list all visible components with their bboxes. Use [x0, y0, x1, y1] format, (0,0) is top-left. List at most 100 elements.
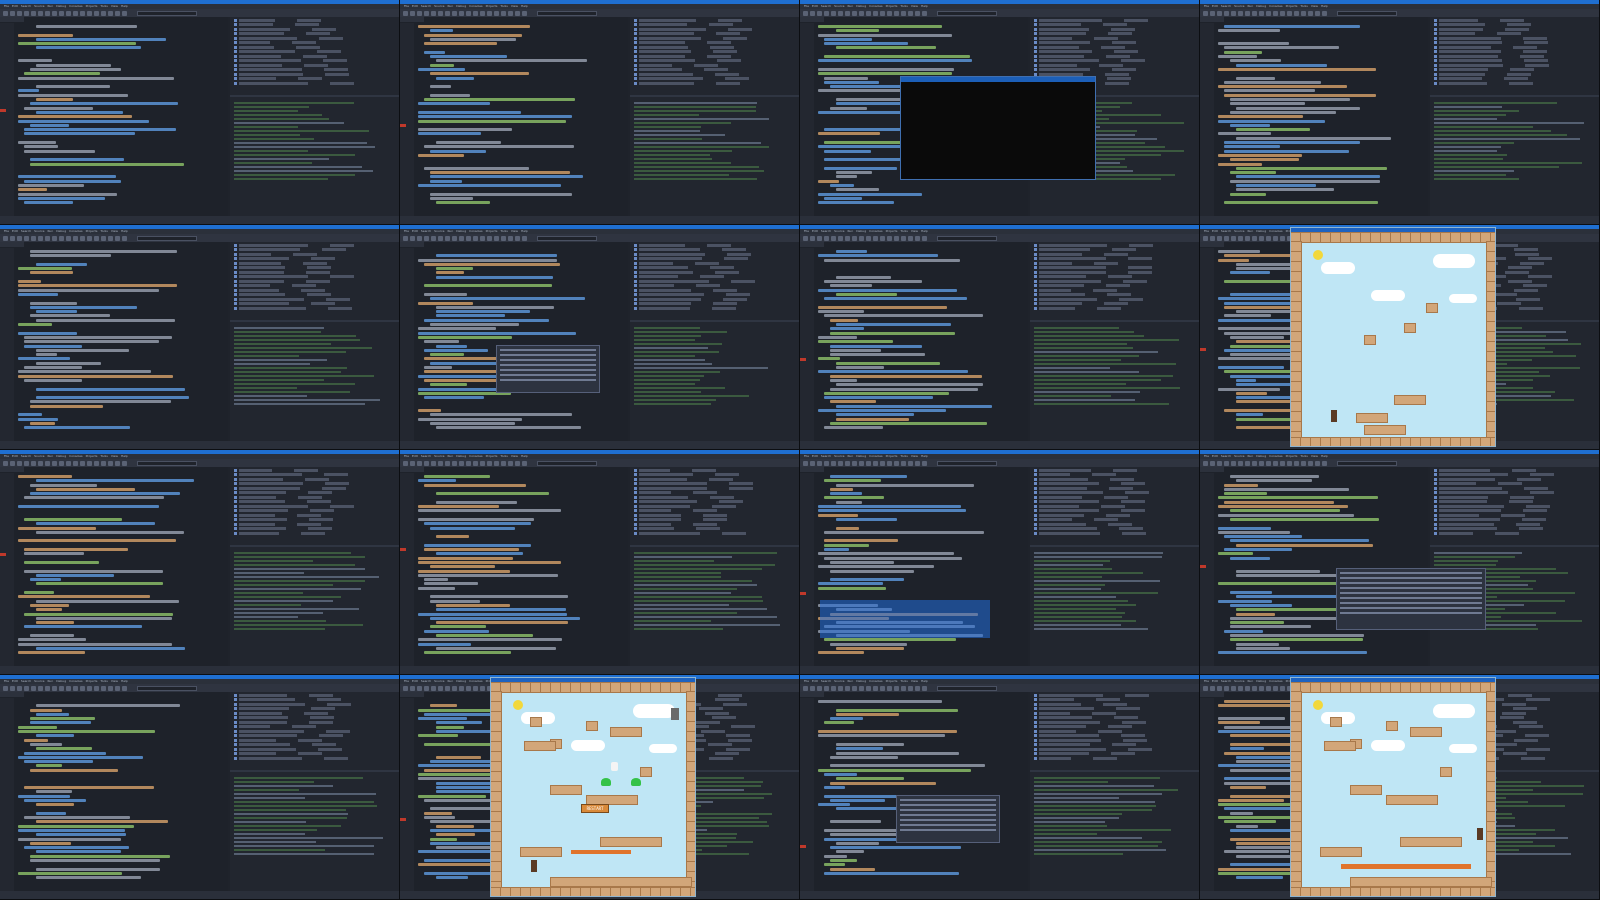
explorer-row[interactable]: [234, 702, 399, 706]
explorer-row[interactable]: [634, 477, 799, 481]
toolbar-button[interactable]: [831, 235, 836, 241]
explorer-row[interactable]: [634, 54, 799, 58]
toolbar-button[interactable]: [831, 10, 836, 16]
explorer-row[interactable]: [1434, 513, 1599, 517]
explorer-row[interactable]: [1034, 698, 1199, 701]
toolbar-button[interactable]: [817, 10, 822, 16]
editor-tab[interactable]: [400, 242, 424, 247]
explorer-row[interactable]: [234, 500, 399, 503]
code-editor[interactable]: [400, 242, 628, 441]
toolbar-button[interactable]: [80, 235, 85, 241]
toolbar-button[interactable]: [817, 460, 822, 466]
toolbar-button[interactable]: [1315, 460, 1320, 466]
explorer-row[interactable]: [1434, 77, 1599, 80]
toolbar-button[interactable]: [887, 10, 892, 16]
toolbar-button[interactable]: [473, 460, 478, 466]
explorer-row[interactable]: [1034, 257, 1199, 260]
explorer-row[interactable]: [234, 477, 399, 481]
toolbar-button[interactable]: [17, 235, 22, 241]
toolbar-button[interactable]: [1301, 460, 1306, 466]
explorer-row[interactable]: [234, 518, 399, 521]
toolbar-button[interactable]: [1308, 460, 1313, 466]
toolbar-button[interactable]: [87, 235, 92, 241]
explorer-row[interactable]: [1034, 63, 1199, 67]
toolbar-button[interactable]: [880, 235, 885, 241]
toolbar-button[interactable]: [466, 10, 471, 16]
toolbar-button[interactable]: [803, 10, 808, 16]
toolbar-button[interactable]: [480, 10, 485, 16]
toolbar-button[interactable]: [866, 10, 871, 16]
explorer-row[interactable]: [234, 491, 399, 494]
explorer-row[interactable]: [234, 486, 399, 490]
toolbar-button[interactable]: [403, 235, 408, 241]
toolbar-button[interactable]: [922, 10, 927, 16]
editor-tab[interactable]: [1200, 17, 1224, 22]
toolbar-button[interactable]: [87, 685, 92, 691]
restart-button[interactable]: RESTART: [581, 804, 609, 813]
explorer-row[interactable]: [1434, 72, 1599, 76]
toolbar-button[interactable]: [494, 235, 499, 241]
toolbar-button[interactable]: [810, 235, 815, 241]
explorer-row[interactable]: [634, 63, 799, 67]
toolbar-button[interactable]: [1210, 460, 1215, 466]
explorer-row[interactable]: [1034, 306, 1199, 310]
explorer-row[interactable]: [634, 513, 799, 517]
explorer-row[interactable]: [234, 68, 399, 71]
toolbar-button[interactable]: [431, 235, 436, 241]
explorer-row[interactable]: [234, 531, 399, 535]
explorer-row[interactable]: [1034, 482, 1199, 485]
toolbar-button[interactable]: [66, 685, 71, 691]
working-directory-field[interactable]: [137, 685, 197, 691]
explorer-row[interactable]: [1034, 266, 1199, 269]
explorer-row[interactable]: [634, 257, 799, 260]
toolbar-button[interactable]: [859, 685, 864, 691]
code-area[interactable]: [818, 250, 1024, 441]
toolbar-button[interactable]: [122, 235, 127, 241]
toolbar-button[interactable]: [494, 460, 499, 466]
toolbar-button[interactable]: [480, 235, 485, 241]
toolbar-button[interactable]: [887, 685, 892, 691]
toolbar-button[interactable]: [108, 685, 113, 691]
explorer-row[interactable]: [234, 743, 399, 746]
toolbar-button[interactable]: [417, 460, 422, 466]
explorer-row[interactable]: [1434, 36, 1599, 40]
breakpoint-marker[interactable]: [800, 357, 806, 361]
toolbar-button[interactable]: [810, 460, 815, 466]
code-editor[interactable]: [0, 467, 228, 666]
toolbar-button[interactable]: [452, 460, 457, 466]
toolbar-button[interactable]: [817, 235, 822, 241]
toolbar-button[interactable]: [515, 10, 520, 16]
toolbar-button[interactable]: [431, 10, 436, 16]
toolbar-button[interactable]: [1224, 685, 1229, 691]
toolbar-button[interactable]: [1203, 10, 1208, 16]
explorer-row[interactable]: [234, 302, 399, 305]
toolbar-button[interactable]: [452, 685, 457, 691]
pygame-game-window[interactable]: [1290, 677, 1496, 897]
code-editor[interactable]: [0, 17, 228, 216]
explorer-row[interactable]: [1034, 716, 1199, 719]
explorer-row[interactable]: [1034, 725, 1199, 728]
toolbar-button[interactable]: [1259, 10, 1264, 16]
toolbar-button[interactable]: [431, 460, 436, 466]
toolbar-button[interactable]: [880, 460, 885, 466]
explorer-row[interactable]: [634, 306, 799, 310]
toolbar-button[interactable]: [438, 235, 443, 241]
explorer-row[interactable]: [1434, 527, 1599, 530]
editor-tab[interactable]: [1200, 692, 1224, 697]
toolbar-button[interactable]: [459, 10, 464, 16]
toolbar-button[interactable]: [52, 685, 57, 691]
toolbar-button[interactable]: [1252, 235, 1257, 241]
toolbar-button[interactable]: [1217, 10, 1222, 16]
breakpoint-marker[interactable]: [0, 552, 6, 556]
toolbar-button[interactable]: [1245, 460, 1250, 466]
code-editor[interactable]: [0, 242, 228, 441]
working-directory-field[interactable]: [937, 235, 997, 241]
explorer-row[interactable]: [234, 711, 399, 715]
toolbar-button[interactable]: [1203, 235, 1208, 241]
toolbar-button[interactable]: [101, 460, 106, 466]
toolbar-button[interactable]: [94, 235, 99, 241]
explorer-row[interactable]: [234, 270, 399, 274]
breakpoint-marker[interactable]: [1200, 565, 1206, 569]
explorer-row[interactable]: [1434, 522, 1599, 526]
toolbar-button[interactable]: [1245, 235, 1250, 241]
